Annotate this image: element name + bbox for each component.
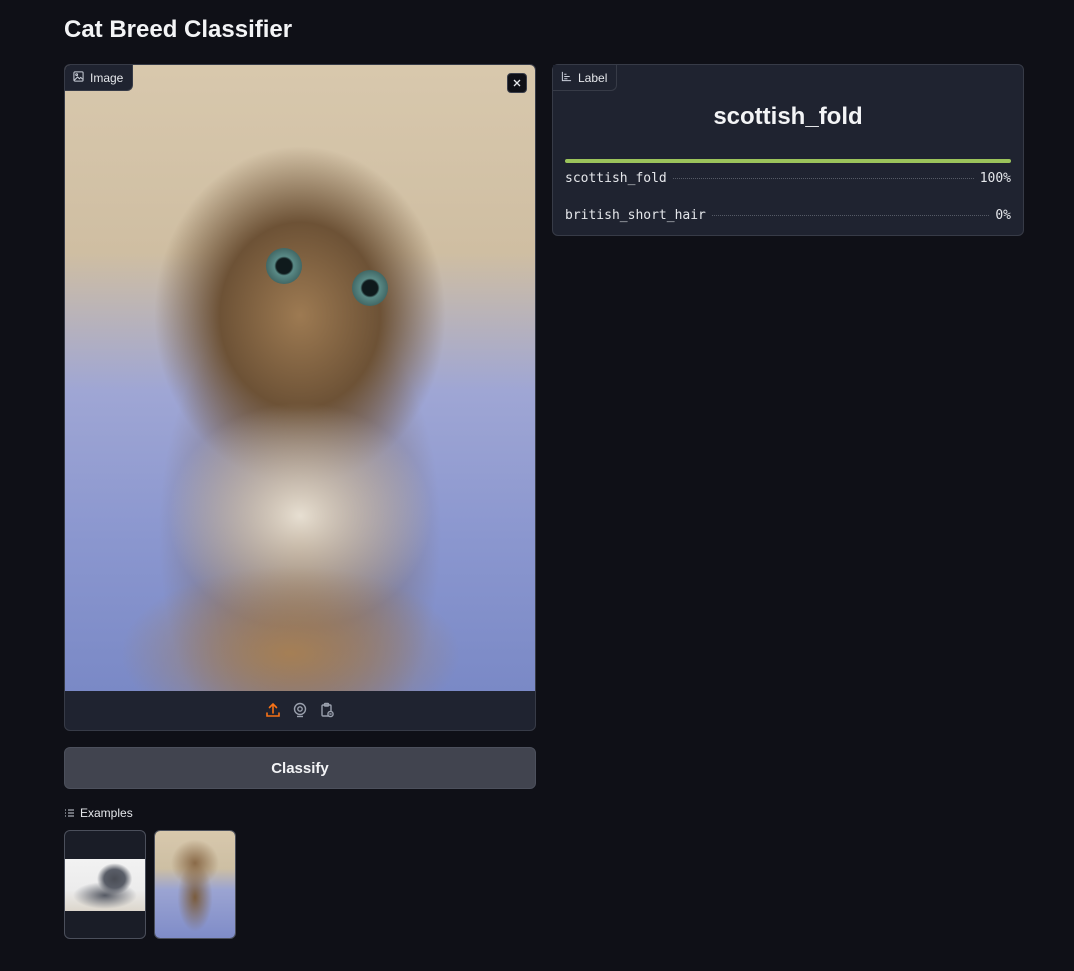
examples-header: Examples [64, 806, 133, 820]
label-output-panel: Label scottish_fold scottish_fold 100% b… [552, 64, 1024, 236]
confidence-value: 100% [979, 171, 1011, 186]
example-tabby-kitten-image [155, 831, 235, 938]
image-source-bar [65, 690, 535, 730]
dotted-leader [711, 215, 990, 216]
webcam-source-button[interactable] [292, 702, 309, 719]
confidence-label: british_short_hair [565, 208, 706, 223]
example-tabby-kitten[interactable] [154, 830, 236, 939]
image-input-panel[interactable]: Image [64, 64, 536, 731]
upload-source-button[interactable] [265, 702, 282, 719]
close-icon [512, 78, 522, 88]
clear-image-button[interactable] [507, 73, 527, 93]
uploaded-cat-photo [65, 65, 535, 691]
confidence-row: british_short_hair 0% [565, 196, 1011, 223]
dotted-leader [672, 178, 974, 179]
webcam-icon [292, 702, 308, 718]
cat-left-eye [266, 248, 302, 284]
clipboard-source-button[interactable] [319, 702, 336, 719]
confidence-row: scottish_fold 100% [565, 159, 1011, 186]
cat-right-eye [352, 270, 388, 306]
confidence-bar [565, 159, 1011, 163]
classify-button[interactable]: Classify [64, 747, 536, 789]
bar-chart-icon [561, 71, 572, 85]
confidence-label: scottish_fold [565, 171, 667, 186]
example-gray-cat[interactable] [64, 830, 146, 939]
image-icon [73, 70, 84, 85]
image-panel-label: Image [90, 70, 124, 85]
predicted-label: scottish_fold [713, 103, 863, 130]
list-icon [64, 808, 75, 818]
app-title: Cat Breed Classifier [64, 16, 293, 43]
confidence-value: 0% [995, 208, 1011, 223]
label-panel-tag: Label [553, 65, 618, 91]
label-panel-label: Label [578, 70, 608, 85]
example-gray-cat-image [65, 859, 145, 911]
upload-icon [265, 702, 281, 718]
image-panel-tag: Image [65, 65, 134, 91]
examples-title: Examples [80, 806, 133, 820]
clipboard-icon [319, 702, 335, 718]
